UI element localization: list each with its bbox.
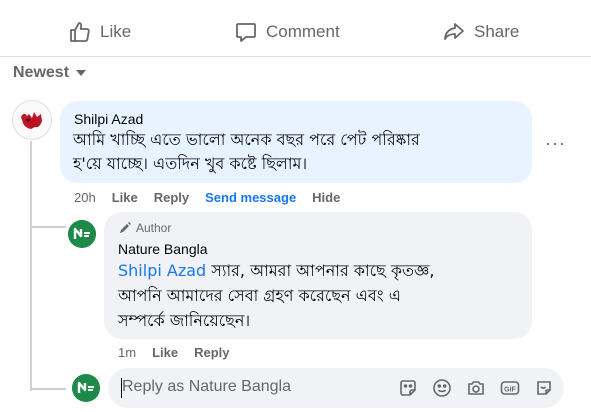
reply-text-line-1-rest: স্যার, আমরা আপনার কাছে কৃতজ্ঞ, xyxy=(206,261,435,280)
reply-text-line-2: আপনি আমাদের সেবা গ্রহণ করেছেন এবং এ xyxy=(118,286,401,305)
comment-action-label: Comment xyxy=(266,22,340,41)
hide-comment-link[interactable]: Hide xyxy=(312,190,340,205)
action-bar-divider xyxy=(0,56,591,57)
comment-timestamp[interactable]: 20h xyxy=(74,190,96,205)
thread-connector-composer xyxy=(30,388,66,390)
reply-reply-link[interactable]: Reply xyxy=(194,345,229,360)
commenter-avatar[interactable] xyxy=(12,100,52,140)
svg-text:GIF: GIF xyxy=(504,386,516,393)
thread-connector-reply xyxy=(30,226,66,228)
comment-like-link[interactable]: Like xyxy=(112,190,138,205)
share-action-button[interactable]: Share xyxy=(442,18,519,46)
avatar-sticker-icon[interactable] xyxy=(534,378,554,398)
comment-action-button[interactable]: Comment xyxy=(234,18,340,46)
composer-page-avatar[interactable] xyxy=(72,374,100,402)
gif-icon[interactable]: GIF xyxy=(500,378,520,398)
comment-text-line-1: আমি খাচ্ছি এতে ভালো অনেক বছর পরে পেট পরি… xyxy=(73,130,420,149)
share-icon xyxy=(442,20,466,44)
comment-text-line-2: হ'য়ে যাচ্ছে। এতদিন খুব কষ্টে ছিলাম। xyxy=(73,154,308,173)
reply-like-link[interactable]: Like xyxy=(152,345,178,360)
page-avatar[interactable] xyxy=(68,220,96,248)
mention-link[interactable]: Shilpi Azad xyxy=(118,261,206,280)
comment-more-options-button[interactable]: ··· xyxy=(545,133,566,154)
comment-meta-row: 20h Like Reply Send message Hide xyxy=(74,190,356,205)
thread-connector-vertical xyxy=(30,141,32,391)
comment-reply-link[interactable]: Reply xyxy=(154,190,189,205)
commenter-name[interactable]: Shilpi Azad xyxy=(74,111,143,127)
author-badge-label: Author xyxy=(136,221,172,235)
camera-icon[interactable] xyxy=(466,378,486,398)
reply-text-line-1: Shilpi Azad স্যার, আমরা আপনার কাছে কৃতজ্… xyxy=(118,259,434,283)
like-action-button[interactable]: Like xyxy=(68,18,131,46)
comment-icon xyxy=(234,20,258,44)
thumbs-up-icon xyxy=(68,20,92,44)
reply-input-placeholder[interactable]: Reply as Nature Bangla xyxy=(122,378,291,396)
emoji-icon[interactable] xyxy=(432,378,452,398)
caret-down-icon xyxy=(75,69,87,77)
author-badge: Author xyxy=(118,221,171,235)
send-message-link[interactable]: Send message xyxy=(205,190,296,205)
pen-icon xyxy=(118,221,132,235)
reply-meta-row: 1m Like Reply xyxy=(118,345,245,360)
reply-author-name[interactable]: Nature Bangla xyxy=(118,241,208,257)
comment-sort-dropdown[interactable]: Newest xyxy=(13,64,87,82)
sticker-icon[interactable] xyxy=(398,378,418,398)
like-action-label: Like xyxy=(100,22,132,41)
share-action-label: Share xyxy=(474,22,520,41)
reply-timestamp[interactable]: 1m xyxy=(118,345,136,360)
reply-text-line-3: সম্পর্কে জানিয়েছেন। xyxy=(118,311,251,330)
sort-label: Newest xyxy=(13,64,70,81)
